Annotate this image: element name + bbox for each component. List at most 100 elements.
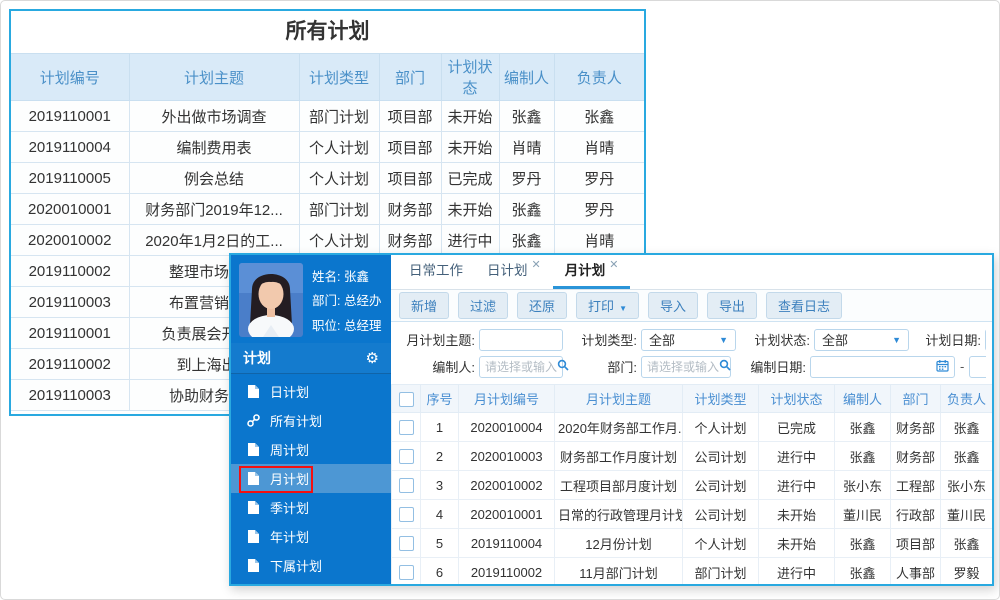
close-icon[interactable]: ✕ [609, 259, 618, 271]
subject-link[interactable]: 工程项目部月度计划 [554, 470, 683, 500]
tab-month-plan[interactable]: 月计划 ✕ [552, 255, 631, 289]
table-row[interactable]: 4 2020010001 日常的行政管理月计划 公司计划 未开始 董川民 行政部… [391, 499, 992, 529]
add-button[interactable]: 新增 [399, 292, 450, 319]
search-icon[interactable] [719, 359, 731, 374]
export-button[interactable]: 导出 [707, 292, 758, 319]
owner-link[interactable]: 张鑫 [940, 441, 992, 471]
table-row[interactable]: 2020010001 财务部门2019年12... 部门计划 财务部 未开始 张… [11, 193, 644, 225]
tab-bar: 日常工作 日计划 ✕ 月计划 ✕ [391, 255, 992, 290]
creator-link[interactable]: 张鑫 [834, 412, 891, 442]
select-all-checkbox[interactable] [398, 391, 414, 407]
sidebar-item-month-plan[interactable]: 月计划 [231, 464, 391, 493]
table-row[interactable]: 1 2020010004 2020年财务部工作月... 个人计划 已完成 张鑫 … [391, 412, 992, 442]
sidebar-item-quarter-plan[interactable]: 季计划 [231, 493, 391, 522]
type-filter-select[interactable]: 全部 ▼ [641, 328, 736, 351]
sidebar-item-week-plan[interactable]: 周计划 [231, 435, 391, 464]
plan-type-cell: 个人计划 [298, 224, 380, 256]
code-link[interactable]: 2020010004 [458, 412, 555, 442]
plan-date-input[interactable] [985, 328, 986, 351]
owner-link[interactable]: 张小东 [940, 470, 992, 500]
row-checkbox[interactable] [398, 478, 414, 494]
table-row[interactable]: 2019110005 例会总结 个人计划 项目部 已完成 罗丹 罗丹 [11, 162, 644, 194]
type-cell: 个人计划 [682, 412, 759, 442]
owner-link[interactable]: 罗毅 [940, 557, 992, 584]
table-row[interactable]: 2020010002 2020年1月2日的工... 个人计划 财务部 进行中 张… [11, 224, 644, 256]
table-row[interactable]: 3 2020010002 工程项目部月度计划 公司计划 进行中 张小东 工程部 … [391, 470, 992, 500]
sidebar-item-label: 日计划 [270, 385, 310, 400]
owner-link[interactable]: 张鑫 [940, 412, 992, 442]
row-checkbox[interactable] [398, 420, 414, 436]
chevron-down-icon: ▼ [619, 304, 627, 313]
table-row[interactable]: 6 2019110002 11月部门计划 部门计划 进行中 张鑫 人事部 罗毅 [391, 557, 992, 584]
sidebar-item-day-plan[interactable]: 日计划 [231, 377, 391, 406]
seq-cell: 4 [420, 499, 459, 529]
type-cell: 公司计划 [682, 441, 759, 471]
sidebar-item-year-plan[interactable]: 年计划 [231, 522, 391, 551]
owner-link[interactable]: 董川民 [940, 499, 992, 529]
dept-filter-input[interactable]: 请选择或输入 [641, 355, 731, 378]
code-link[interactable]: 2019110002 [458, 557, 555, 584]
search-icon[interactable] [557, 359, 569, 374]
file-icon [246, 530, 260, 543]
creator-link[interactable]: 张鑫 [834, 557, 891, 584]
plan-menu: 日计划 所有计划 周计划 月计划 季计划 年计划 下属计划 [231, 374, 391, 584]
code-link[interactable]: 2020010002 [458, 470, 555, 500]
sidebar: 姓名: 张鑫 部门: 总经办 职位: 总经理 计划 ⚙ 日计划 所有计划 周计划… [231, 255, 391, 584]
row-checkbox[interactable] [398, 449, 414, 465]
owner-cell: 罗丹 [553, 193, 644, 225]
calendar-icon[interactable] [936, 359, 949, 375]
creator-link[interactable]: 董川民 [834, 499, 891, 529]
reset-button[interactable]: 还原 [517, 292, 568, 319]
subject-link[interactable]: 日常的行政管理月计划 [554, 499, 683, 529]
subject-filter-input[interactable] [479, 328, 563, 351]
sidebar-item-label: 季计划 [270, 501, 310, 516]
sidebar-item-label: 月计划 [270, 472, 310, 487]
creator-link[interactable]: 张小东 [834, 470, 891, 500]
code-link[interactable]: 2020010003 [458, 441, 555, 471]
row-checkbox[interactable] [398, 565, 414, 581]
import-button[interactable]: 导入 [647, 292, 698, 319]
view-log-button[interactable]: 查看日志 [766, 292, 843, 319]
table-row[interactable]: 2019110004 编制费用表 个人计划 项目部 未开始 肖晴 肖晴 [11, 131, 644, 163]
column-header-dept: 部门 [378, 53, 442, 101]
owner-link[interactable]: 张鑫 [940, 528, 992, 558]
subject-link[interactable]: 11月部门计划 [554, 557, 683, 584]
code-link[interactable]: 2020010001 [458, 499, 555, 529]
table-row[interactable]: 2 2020010003 财务部工作月度计划 公司计划 进行中 张鑫 财务部 张… [391, 441, 992, 471]
profile-text: 姓名: 张鑫 部门: 总经办 职位: 总经理 [312, 263, 381, 337]
filter-button[interactable]: 过滤 [458, 292, 509, 319]
table-row[interactable]: 5 2019110004 12月份计划 个人计划 未开始 张鑫 项目部 张鑫 [391, 528, 992, 558]
sidebar-item-all-plans[interactable]: 所有计划 [231, 406, 391, 435]
plan-subject-cell: 例会总结 [128, 162, 300, 194]
dept-cell: 项目部 [378, 162, 442, 194]
tab-day-plan[interactable]: 日计划 ✕ [475, 255, 553, 289]
creator-filter-input[interactable]: 请选择或输入 [479, 355, 569, 378]
owner-cell: 肖晴 [553, 224, 644, 256]
creator-link[interactable]: 张鑫 [834, 528, 891, 558]
code-link[interactable]: 2019110004 [458, 528, 555, 558]
subject-link[interactable]: 2020年财务部工作月... [554, 412, 683, 442]
owner-cell: 罗丹 [553, 162, 644, 194]
close-icon[interactable]: ✕ [532, 259, 541, 271]
subject-link[interactable]: 财务部工作月度计划 [554, 441, 683, 471]
print-button[interactable]: 打印 ▼ [576, 292, 639, 319]
tab-daily-work[interactable]: 日常工作 [397, 255, 475, 289]
plan-subject-cell: 财务部门2019年12... [128, 193, 300, 225]
chevron-down-icon: ▼ [892, 334, 901, 345]
column-header-type: 计划类型 [682, 384, 759, 413]
seq-cell: 3 [420, 470, 459, 500]
subject-link[interactable]: 12月份计划 [554, 528, 683, 558]
column-header-dept: 部门 [890, 384, 941, 413]
creator-cell: 罗丹 [498, 162, 555, 194]
table-row[interactable]: 2019110001 外出做市场调查 部门计划 项目部 未开始 张鑫 张鑫 [11, 100, 644, 132]
sidebar-item-subordinate-plan[interactable]: 下属计划 [231, 551, 391, 580]
plan-code-cell: 2019110001 [11, 100, 130, 132]
row-checkbox[interactable] [398, 507, 414, 523]
status-filter-select[interactable]: 全部 ▼ [814, 328, 909, 351]
create-date-start-input[interactable] [810, 355, 955, 378]
create-date-end-input[interactable] [969, 355, 986, 378]
creator-link[interactable]: 张鑫 [834, 441, 891, 471]
date-range-separator: - [960, 359, 965, 374]
gear-icon[interactable]: ⚙ [366, 351, 379, 366]
row-checkbox[interactable] [398, 536, 414, 552]
